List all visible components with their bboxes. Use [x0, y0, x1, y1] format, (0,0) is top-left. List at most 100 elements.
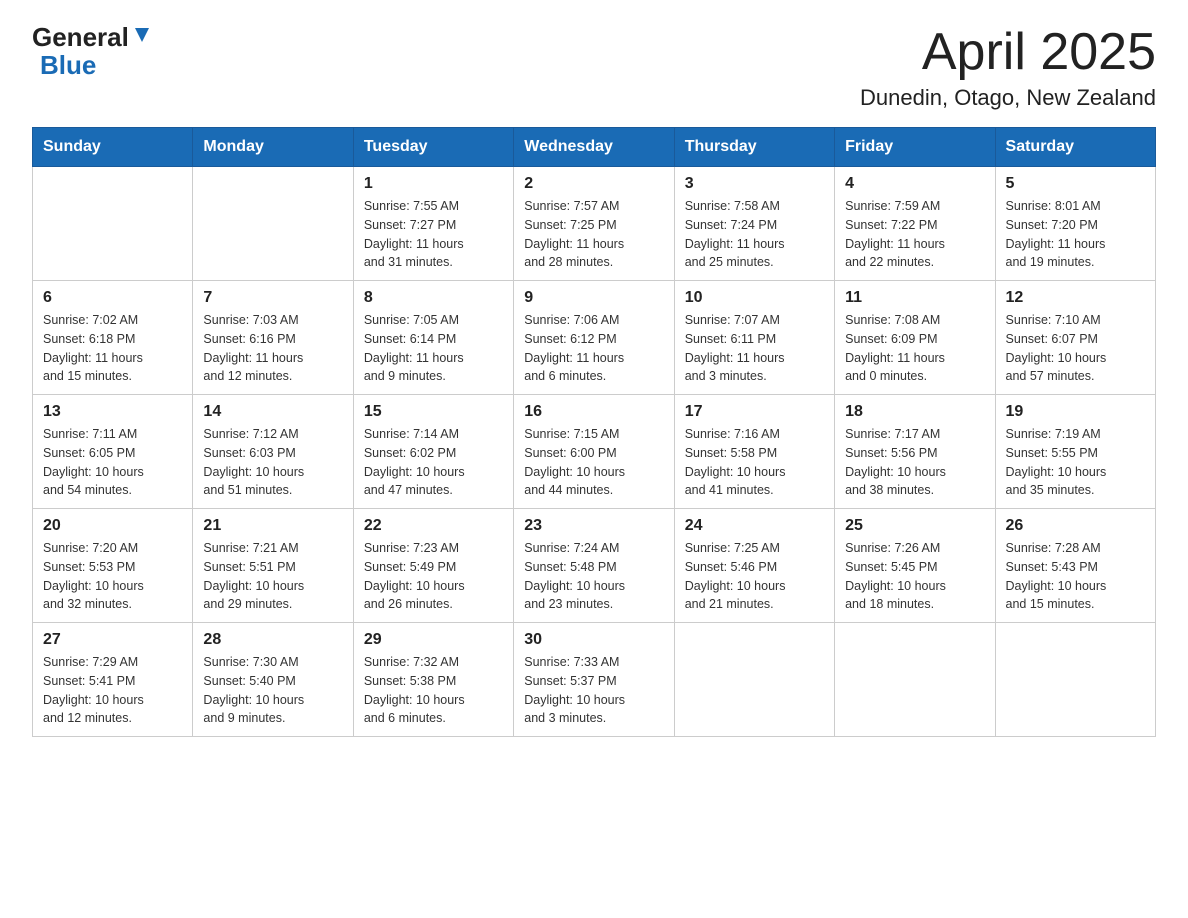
day-info: Sunrise: 7:14 AM Sunset: 6:02 PM Dayligh… [364, 425, 503, 500]
day-info: Sunrise: 7:20 AM Sunset: 5:53 PM Dayligh… [43, 539, 182, 614]
day-number: 4 [845, 175, 984, 193]
column-header-saturday: Saturday [995, 128, 1155, 167]
day-number: 20 [43, 517, 182, 535]
day-info: Sunrise: 8:01 AM Sunset: 7:20 PM Dayligh… [1006, 197, 1145, 272]
logo-arrow-icon [131, 24, 153, 46]
calendar-cell: 15 Sunrise: 7:14 AM Sunset: 6:02 PM Dayli… [353, 395, 513, 509]
day-info: Sunrise: 7:10 AM Sunset: 6:07 PM Dayligh… [1006, 311, 1145, 386]
day-info: Sunrise: 7:25 AM Sunset: 5:46 PM Dayligh… [685, 539, 824, 614]
day-number: 13 [43, 403, 182, 421]
day-number: 14 [203, 403, 342, 421]
month-title: April 2025 [860, 24, 1156, 81]
day-info: Sunrise: 7:32 AM Sunset: 5:38 PM Dayligh… [364, 653, 503, 728]
calendar-cell [995, 623, 1155, 737]
calendar-cell: 12 Sunrise: 7:10 AM Sunset: 6:07 PM Dayli… [995, 281, 1155, 395]
page-header: General Blue April 2025 Dunedin, Otago, … [32, 24, 1156, 111]
calendar-cell: 16 Sunrise: 7:15 AM Sunset: 6:00 PM Dayli… [514, 395, 674, 509]
calendar-week-row: 1Sunrise: 7:55 AM Sunset: 7:27 PM Daylig… [33, 167, 1156, 281]
calendar-header-row: SundayMondayTuesdayWednesdayThursdayFrid… [33, 128, 1156, 167]
day-info: Sunrise: 7:06 AM Sunset: 6:12 PM Dayligh… [524, 311, 663, 386]
day-info: Sunrise: 7:03 AM Sunset: 6:16 PM Dayligh… [203, 311, 342, 386]
calendar-week-row: 13 Sunrise: 7:11 AM Sunset: 6:05 PM Dayli… [33, 395, 1156, 509]
day-info: Sunrise: 7:19 AM Sunset: 5:55 PM Dayligh… [1006, 425, 1145, 500]
day-info: Sunrise: 7:26 AM Sunset: 5:45 PM Dayligh… [845, 539, 984, 614]
calendar-cell: 14Sunrise: 7:12 AM Sunset: 6:03 PM Dayli… [193, 395, 353, 509]
calendar-cell: 24 Sunrise: 7:25 AM Sunset: 5:46 PM Dayli… [674, 509, 834, 623]
day-info: Sunrise: 7:08 AM Sunset: 6:09 PM Dayligh… [845, 311, 984, 386]
day-number: 23 [524, 517, 663, 535]
calendar-cell: 28Sunrise: 7:30 AM Sunset: 5:40 PM Dayli… [193, 623, 353, 737]
day-number: 17 [685, 403, 824, 421]
day-info: Sunrise: 7:02 AM Sunset: 6:18 PM Dayligh… [43, 311, 182, 386]
calendar-cell: 7 Sunrise: 7:03 AM Sunset: 6:16 PM Daylig… [193, 281, 353, 395]
column-header-monday: Monday [193, 128, 353, 167]
day-number: 11 [845, 289, 984, 307]
calendar-cell [835, 623, 995, 737]
day-number: 3 [685, 175, 824, 193]
day-info: Sunrise: 7:24 AM Sunset: 5:48 PM Dayligh… [524, 539, 663, 614]
calendar-week-row: 6 Sunrise: 7:02 AM Sunset: 6:18 PM Daylig… [33, 281, 1156, 395]
day-info: Sunrise: 7:23 AM Sunset: 5:49 PM Dayligh… [364, 539, 503, 614]
day-info: Sunrise: 7:15 AM Sunset: 6:00 PM Dayligh… [524, 425, 663, 500]
day-info: Sunrise: 7:59 AM Sunset: 7:22 PM Dayligh… [845, 197, 984, 272]
calendar-cell: 25Sunrise: 7:26 AM Sunset: 5:45 PM Dayli… [835, 509, 995, 623]
day-number: 9 [524, 289, 663, 307]
column-header-friday: Friday [835, 128, 995, 167]
calendar-cell: 1Sunrise: 7:55 AM Sunset: 7:27 PM Daylig… [353, 167, 513, 281]
calendar-cell [674, 623, 834, 737]
day-number: 26 [1006, 517, 1145, 535]
column-header-thursday: Thursday [674, 128, 834, 167]
calendar-cell: 22Sunrise: 7:23 AM Sunset: 5:49 PM Dayli… [353, 509, 513, 623]
day-number: 21 [203, 517, 342, 535]
calendar-cell: 10Sunrise: 7:07 AM Sunset: 6:11 PM Dayli… [674, 281, 834, 395]
day-number: 15 [364, 403, 503, 421]
calendar-cell: 3 Sunrise: 7:58 AM Sunset: 7:24 PM Daylig… [674, 167, 834, 281]
day-number: 24 [685, 517, 824, 535]
calendar-cell: 21 Sunrise: 7:21 AM Sunset: 5:51 PM Dayli… [193, 509, 353, 623]
day-info: Sunrise: 7:07 AM Sunset: 6:11 PM Dayligh… [685, 311, 824, 386]
calendar-cell: 27 Sunrise: 7:29 AM Sunset: 5:41 PM Dayli… [33, 623, 193, 737]
calendar-cell: 4 Sunrise: 7:59 AM Sunset: 7:22 PM Daylig… [835, 167, 995, 281]
calendar-week-row: 20 Sunrise: 7:20 AM Sunset: 5:53 PM Dayli… [33, 509, 1156, 623]
day-info: Sunrise: 7:58 AM Sunset: 7:24 PM Dayligh… [685, 197, 824, 272]
calendar-cell: 2 Sunrise: 7:57 AM Sunset: 7:25 PM Daylig… [514, 167, 674, 281]
day-info: Sunrise: 7:16 AM Sunset: 5:58 PM Dayligh… [685, 425, 824, 500]
calendar-cell: 18Sunrise: 7:17 AM Sunset: 5:56 PM Dayli… [835, 395, 995, 509]
calendar-cell: 19 Sunrise: 7:19 AM Sunset: 5:55 PM Dayli… [995, 395, 1155, 509]
calendar-cell [193, 167, 353, 281]
day-number: 6 [43, 289, 182, 307]
day-info: Sunrise: 7:57 AM Sunset: 7:25 PM Dayligh… [524, 197, 663, 272]
column-header-wednesday: Wednesday [514, 128, 674, 167]
calendar-week-row: 27 Sunrise: 7:29 AM Sunset: 5:41 PM Dayli… [33, 623, 1156, 737]
day-info: Sunrise: 7:28 AM Sunset: 5:43 PM Dayligh… [1006, 539, 1145, 614]
day-number: 2 [524, 175, 663, 193]
calendar-cell: 17 Sunrise: 7:16 AM Sunset: 5:58 PM Dayli… [674, 395, 834, 509]
day-info: Sunrise: 7:11 AM Sunset: 6:05 PM Dayligh… [43, 425, 182, 500]
day-number: 29 [364, 631, 503, 649]
day-number: 12 [1006, 289, 1145, 307]
logo-general-text: General [32, 24, 129, 50]
logo-blue-text: Blue [40, 50, 96, 80]
day-info: Sunrise: 7:21 AM Sunset: 5:51 PM Dayligh… [203, 539, 342, 614]
day-info: Sunrise: 7:33 AM Sunset: 5:37 PM Dayligh… [524, 653, 663, 728]
column-header-tuesday: Tuesday [353, 128, 513, 167]
calendar-cell: 9 Sunrise: 7:06 AM Sunset: 6:12 PM Daylig… [514, 281, 674, 395]
day-info: Sunrise: 7:29 AM Sunset: 5:41 PM Dayligh… [43, 653, 182, 728]
calendar-cell [33, 167, 193, 281]
calendar-table: SundayMondayTuesdayWednesdayThursdayFrid… [32, 127, 1156, 737]
calendar-cell: 11 Sunrise: 7:08 AM Sunset: 6:09 PM Dayli… [835, 281, 995, 395]
day-number: 8 [364, 289, 503, 307]
day-number: 16 [524, 403, 663, 421]
day-number: 1 [364, 175, 503, 193]
day-number: 27 [43, 631, 182, 649]
calendar-cell: 30 Sunrise: 7:33 AM Sunset: 5:37 PM Dayli… [514, 623, 674, 737]
calendar-cell: 5Sunrise: 8:01 AM Sunset: 7:20 PM Daylig… [995, 167, 1155, 281]
calendar-cell: 29 Sunrise: 7:32 AM Sunset: 5:38 PM Dayli… [353, 623, 513, 737]
day-info: Sunrise: 7:17 AM Sunset: 5:56 PM Dayligh… [845, 425, 984, 500]
day-number: 30 [524, 631, 663, 649]
day-number: 19 [1006, 403, 1145, 421]
day-number: 7 [203, 289, 342, 307]
column-header-sunday: Sunday [33, 128, 193, 167]
logo: General Blue [32, 24, 153, 81]
calendar-cell: 20 Sunrise: 7:20 AM Sunset: 5:53 PM Dayli… [33, 509, 193, 623]
